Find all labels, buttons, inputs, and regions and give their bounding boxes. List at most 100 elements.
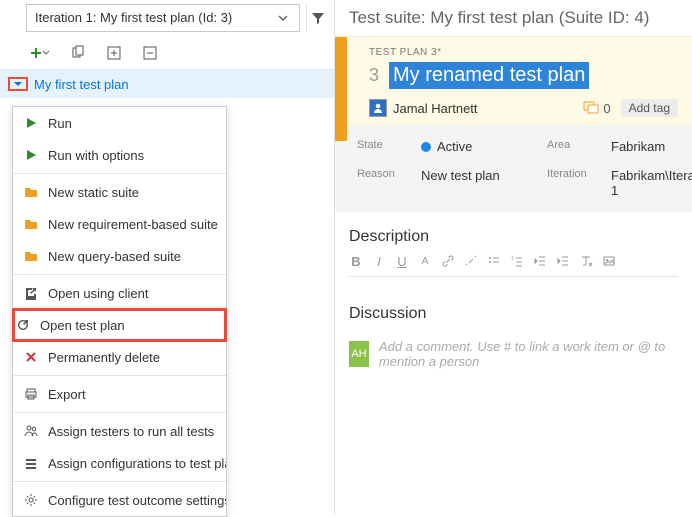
menu-separator [13,375,226,376]
section-title-discussion: Discussion [335,279,692,331]
section-title-description: Description [335,212,692,254]
menu-item-assign-testers[interactable]: Assign testers to run all tests [13,415,226,447]
bullet-list-icon[interactable] [487,254,501,268]
menu-label: New static suite [48,185,139,200]
menu-item-delete[interactable]: Permanently delete [13,341,226,373]
open-external-icon [24,286,38,300]
menu-label: Assign testers to run all tests [48,424,214,439]
menu-item-new-query[interactable]: New query-based suite [13,240,226,272]
suite-header: Test suite: My first test plan (Suite ID… [335,0,692,36]
collapse-button[interactable] [142,45,158,61]
comment-count-value: 0 [603,101,610,116]
new-button[interactable] [30,47,50,59]
field-value-area[interactable]: Fabrikam [611,139,692,154]
tree-item-label: My first test plan [34,77,129,92]
tree-item-test-plan[interactable]: My first test plan [0,70,334,98]
underline-icon[interactable]: U [395,254,409,268]
menu-item-open-plan[interactable]: Open test plan [13,309,226,341]
rte-toolbar: B I U A 1 [335,254,692,274]
person-icon [372,102,384,114]
suite-header-title: Test suite: My first test plan (Suite ID… [349,8,649,28]
filter-button[interactable] [306,4,328,32]
menu-label: Assign configurations to test plan [48,456,226,471]
field-label-state: State [357,139,415,154]
accent-bar [335,37,347,141]
caret-down-icon [13,79,23,89]
link-icon[interactable] [441,254,455,268]
play-icon [24,148,38,162]
field-label-area: Area [547,139,605,154]
chevron-down-icon [42,49,50,57]
outdent-icon[interactable] [533,254,547,268]
menu-label: Run [48,116,72,131]
menu-label: New query-based suite [48,249,181,264]
work-item-type-label: TEST PLAN 3* [349,43,692,58]
folder-query-icon [24,249,38,263]
field-value-iteration[interactable]: Fabrikam\Iteration 1 [611,168,692,198]
plus-icon [30,47,42,59]
field-value-state[interactable]: Active [421,139,541,154]
folder-icon [24,185,38,199]
indent-icon[interactable] [556,254,570,268]
menu-label: Configure test outcome settings [48,493,226,508]
menu-separator [13,173,226,174]
assignee-name[interactable]: Jamal Hartnett [393,101,478,116]
menu-separator [13,412,226,413]
expand-button[interactable] [106,45,122,61]
menu-separator [13,481,226,482]
menu-item-export[interactable]: Export [13,378,226,410]
unlink-icon[interactable] [464,254,478,268]
context-menu: Run Run with options New static suite Ne… [12,106,227,517]
menu-item-run[interactable]: Run [13,107,226,139]
folder-req-icon [24,217,38,231]
expand-icon [106,45,122,61]
menu-item-configure-outcome[interactable]: Configure test outcome settings [13,484,226,516]
iteration-dropdown-label: Iteration 1: My first test plan (Id: 3) [35,5,232,31]
chevron-down-icon [275,10,291,26]
menu-separator [13,274,226,275]
menu-label: Permanently delete [48,350,160,365]
number-list-icon[interactable]: 1 [510,254,524,268]
delete-icon [24,350,38,364]
field-value-reason[interactable]: New test plan [421,168,541,198]
config-icon [24,456,38,470]
comment-count[interactable]: 0 [583,101,610,116]
clear-format-icon[interactable] [579,254,593,268]
menu-label: Open test plan [40,318,125,333]
tree-caret-button[interactable] [8,77,28,91]
play-icon [24,116,38,130]
bold-icon[interactable]: B [349,254,363,268]
gear-icon [24,493,38,507]
copy-icon [70,45,86,61]
divider [349,276,678,277]
menu-item-new-static[interactable]: New static suite [13,176,226,208]
field-label-iteration: Iteration [547,168,605,198]
field-label-reason: Reason [357,168,415,198]
open-plan-icon [16,318,30,332]
add-tag-button[interactable]: Add tag [621,99,678,117]
menu-label: Run with options [48,148,144,163]
menu-label: Open using client [48,286,148,301]
work-item-title[interactable]: My renamed test plan [389,62,589,89]
italic-icon[interactable]: I [372,254,386,268]
menu-item-run-options[interactable]: Run with options [13,139,226,171]
discussion-input[interactable]: Add a comment. Use # to link a work item… [379,339,678,369]
filter-icon [310,10,326,26]
discussion-avatar: AH [349,341,369,367]
menu-item-new-req[interactable]: New requirement-based suite [13,208,226,240]
svg-text:1: 1 [511,256,514,262]
iteration-dropdown[interactable]: Iteration 1: My first test plan (Id: 3) [26,4,300,32]
image-icon[interactable] [602,254,616,268]
print-icon [24,387,38,401]
avatar [369,99,387,117]
menu-label: New requirement-based suite [48,217,218,232]
menu-item-open-client[interactable]: Open using client [13,277,226,309]
work-item-id: 3 [369,65,379,86]
menu-label: Export [48,387,86,402]
copy-button[interactable] [70,45,86,61]
comment-icon [583,101,599,115]
collapse-icon [142,45,158,61]
people-icon [24,424,38,438]
font-size-icon[interactable]: A [418,254,432,268]
menu-item-assign-config[interactable]: Assign configurations to test plan [13,447,226,479]
